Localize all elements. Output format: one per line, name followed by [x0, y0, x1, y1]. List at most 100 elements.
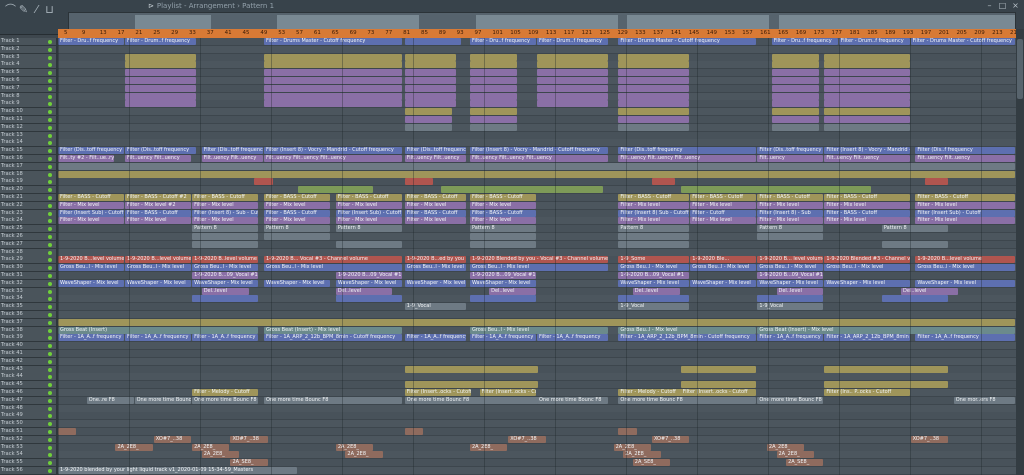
track-header[interactable]: Track 32	[0, 279, 56, 288]
track-mute-led-icon[interactable]	[48, 55, 52, 60]
playlist-clip[interactable]	[537, 100, 608, 108]
playlist-clip[interactable]: Filt..uency Filt..uency Filt..uency	[263, 155, 402, 162]
playlist-clip[interactable]: Filter - Mix level	[690, 201, 757, 209]
playlist-clip[interactable]	[824, 61, 910, 69]
playlist-clip[interactable]	[404, 123, 452, 131]
playlist-clip[interactable]	[125, 61, 196, 69]
playlist-clip[interactable]	[618, 240, 690, 248]
playlist-clip[interactable]: Filter - Melody - Cutoff	[618, 389, 690, 396]
playlist-clip[interactable]: Del..level	[335, 287, 393, 295]
track-header[interactable]: Track 52	[0, 435, 56, 444]
playlist-clip[interactable]: 2A_2E8_	[469, 443, 508, 451]
playlist-clip[interactable]	[771, 84, 819, 92]
track-lane[interactable]: Filter - Mix level Filter - Mix level #2 F…	[58, 201, 1016, 210]
track-lane[interactable]	[58, 131, 1016, 140]
playlist-clip[interactable]: Filter (Insert 8) - Sub - Cutoff	[192, 209, 259, 217]
playlist-clip[interactable]	[771, 53, 819, 61]
track-header[interactable]: Track 24	[0, 217, 56, 226]
track-mute-led-icon[interactable]	[48, 86, 52, 91]
track-lane[interactable]: Gross Beu..l - Mix level Gross Beu..l - M…	[58, 264, 1016, 273]
playlist-clip[interactable]: Gross Beat (Insert) - Mix level	[263, 326, 402, 334]
playlist-clip[interactable]: Gross Beu..l - Mix level	[469, 264, 608, 272]
playlist-clip[interactable]: Del..level	[776, 287, 824, 295]
playlist-clip[interactable]	[824, 381, 948, 389]
playlist-clip[interactable]: Filter (Ins.. P..ocks - Cutoff	[824, 389, 910, 396]
track-lane[interactable]: Filter - Mix level Filter - Mix level Filt…	[58, 217, 1016, 226]
playlist-clip[interactable]: Filter - Mix level #2	[125, 201, 192, 209]
playlist-clip[interactable]	[824, 116, 910, 123]
track-header[interactable]: Track 47	[0, 396, 56, 405]
track-header[interactable]: Track 22	[0, 201, 56, 210]
playlist-clip[interactable]: Filter - Drum..f frequency	[537, 38, 608, 45]
playlist-clip[interactable]: Del..level	[489, 287, 536, 295]
playlist-clip[interactable]: Gross Beu..l - Mix level	[618, 326, 757, 334]
playlist-clip[interactable]: Filter (Insert..ocks - Cutoff	[680, 389, 757, 396]
track-mute-led-icon[interactable]	[48, 40, 52, 44]
track-lane[interactable]	[58, 311, 1016, 319]
playlist-clip[interactable]	[771, 69, 819, 77]
track-lane[interactable]: Filt..ty #2 - Filt..ue..ry #2 Filt..uency…	[58, 155, 1016, 163]
playlist-clip[interactable]: Gross Beat (Insert) - Mix level	[757, 326, 1015, 334]
track-lane[interactable]	[58, 248, 1016, 257]
track-header[interactable]: Track 55	[0, 459, 56, 468]
track-mute-led-icon[interactable]	[48, 118, 52, 122]
track-header[interactable]: Track 14	[0, 139, 56, 148]
playlist-clip[interactable]	[771, 116, 819, 123]
playlist-clip[interactable]: Filter - Mix level	[690, 217, 757, 225]
track-header[interactable]: Track 23	[0, 209, 56, 218]
track-mute-led-icon[interactable]	[48, 430, 52, 434]
playlist-clip[interactable]: Filter - Dru..f frequency	[58, 38, 125, 45]
track-lane[interactable]: Filter - Melody - Cutoff Filter (Insert..…	[58, 389, 1016, 397]
track-mute-led-icon[interactable]	[48, 336, 52, 341]
playlist-clip[interactable]	[618, 77, 690, 84]
track-lane[interactable]: 2A_2E8_ 2A_2E8_ 2A_2E8_ 2A_2E8_	[58, 451, 1016, 460]
playlist-clip[interactable]: Filter - BASS - Cutoff	[192, 194, 259, 201]
track-header[interactable]: Track 34	[0, 295, 56, 304]
track-mute-led-icon[interactable]	[48, 71, 52, 76]
track-lane[interactable]: Filter - BASS - Cutoff Filter - BASS - Cu…	[58, 194, 1016, 202]
playlist-clip[interactable]: Filter (Insert Sub) - Cutoff	[58, 209, 125, 217]
playlist-clip[interactable]: Filter (Insert 8) - Vocry - Mandrid - Cu…	[263, 147, 402, 155]
playlist-clip[interactable]	[404, 178, 433, 186]
playlist-clip[interactable]: One mor..ers F8	[953, 396, 1015, 404]
playlist-clip[interactable]	[537, 92, 608, 100]
playlist-clip[interactable]: Filter - 1A_ARP_2_12b_BPM_8min - Cutoff …	[824, 334, 910, 342]
playlist-clip[interactable]	[618, 100, 690, 108]
playlist-clip[interactable]: 2A_SE8_	[786, 459, 824, 467]
track-mute-led-icon[interactable]	[48, 219, 52, 224]
playlist-clip[interactable]: Filt..uency Filt..uency Filt..uency	[469, 155, 608, 162]
track-mute-led-icon[interactable]	[48, 47, 52, 52]
playlist-clip[interactable]: Filter - Mix level	[618, 201, 690, 209]
playlist-clip[interactable]: Filt..uency Filt..uency	[824, 155, 910, 162]
track-mute-led-icon[interactable]	[48, 110, 52, 115]
track-header[interactable]: Track 36	[0, 311, 56, 319]
track-mute-led-icon[interactable]	[48, 258, 52, 263]
playlist-clip[interactable]: One more time Bounc F8	[263, 396, 402, 404]
playlist-clip[interactable]	[125, 92, 196, 100]
playlist-clip[interactable]: Filter (Dis..toff frequency	[125, 147, 196, 155]
track-lane[interactable]: WaveShaper - Mix level WaveShaper - Mix l…	[58, 279, 1016, 288]
playlist-clip[interactable]	[680, 186, 872, 194]
track-lane[interactable]	[58, 233, 1016, 241]
playlist-clip[interactable]	[537, 53, 608, 61]
track-mute-led-icon[interactable]	[48, 445, 52, 450]
playlist-clip[interactable]: Filter - 1A_A..f frequency	[469, 334, 536, 342]
track-lane[interactable]	[58, 53, 1016, 62]
track-header[interactable]: Track 53	[0, 443, 56, 452]
playlist-clip[interactable]: Gross Beu..l - Mix level	[125, 264, 192, 272]
playlist-clip[interactable]: Filter - Drums Master - Cutoff frequency	[618, 38, 757, 45]
track-header[interactable]: Track 50	[0, 420, 56, 429]
playlist-clip[interactable]	[404, 108, 452, 116]
playlist-clip[interactable]: Filter - Mix level	[915, 201, 1015, 209]
playlist-clip[interactable]: Filter - 1A_A..f frequency	[404, 334, 467, 342]
track-mute-led-icon[interactable]	[48, 149, 52, 154]
playlist-clip[interactable]	[824, 77, 910, 84]
playlist-clip[interactable]: Filt..uency Filt..uency	[125, 155, 192, 162]
playlist-clip[interactable]: Filter (Insert 8) Sub - Cutoff	[618, 209, 690, 217]
track-mute-led-icon[interactable]	[48, 375, 52, 380]
track-lane[interactable]	[58, 186, 1016, 195]
playlist-clip[interactable]: 2A_SE8_	[230, 459, 268, 467]
playlist-clip[interactable]: One..re F8	[86, 396, 134, 404]
playlist-clip[interactable]: Del..level	[632, 287, 680, 295]
track-header[interactable]: Track 51	[0, 428, 56, 436]
